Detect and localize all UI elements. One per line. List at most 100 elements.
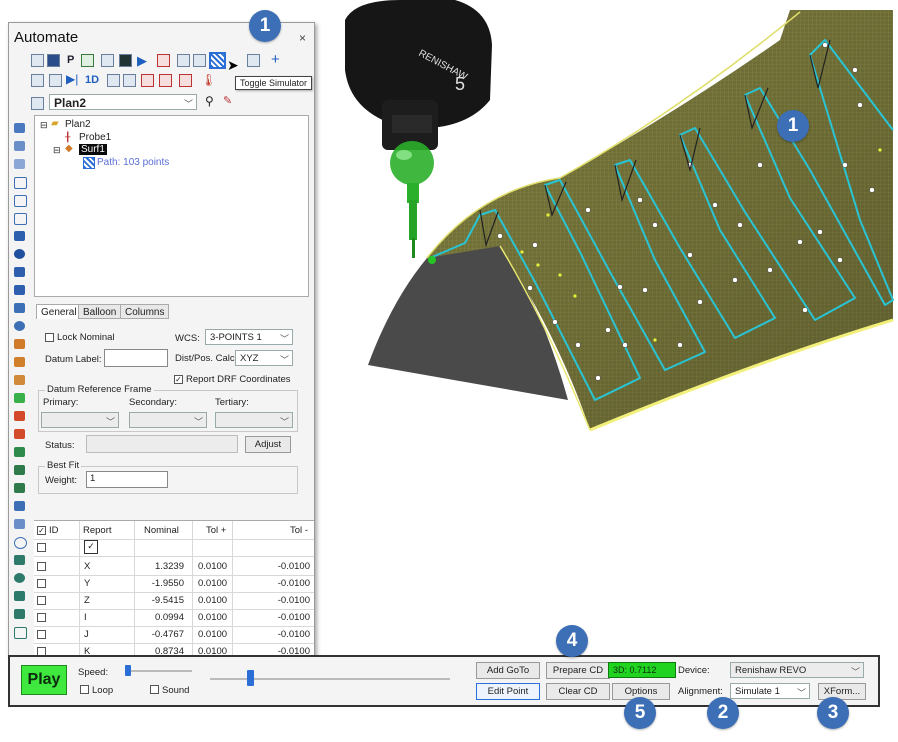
diamond-icon[interactable] [14, 555, 25, 565]
scatter-icon[interactable] [14, 501, 25, 511]
sphere-icon[interactable] [14, 249, 25, 259]
surface-icon[interactable] [14, 339, 25, 349]
wcs-select[interactable]: 3-POINTS 1 ﹀ [205, 329, 293, 345]
point-icon[interactable] [14, 141, 25, 151]
add-goto-button[interactable]: Add GoTo [476, 662, 540, 679]
axes-3-icon[interactable] [179, 74, 192, 87]
speed-slider-track[interactable] [126, 670, 192, 672]
properties-icon[interactable] [31, 54, 44, 67]
page-icon[interactable] [47, 54, 60, 67]
tab-columns[interactable]: Columns [120, 304, 170, 319]
curve-icon[interactable] [14, 411, 25, 421]
edit-point-button[interactable]: Edit Point [476, 683, 540, 700]
probe-tool-icon[interactable] [81, 54, 94, 67]
play-button[interactable]: Play [21, 665, 67, 695]
axes-2-icon[interactable] [159, 74, 172, 87]
select-all-checkbox[interactable]: ✓ [37, 526, 46, 535]
tree-path-label[interactable]: Path: 103 points [97, 157, 169, 168]
tag-icon[interactable] [177, 54, 190, 67]
report-icon[interactable] [101, 54, 114, 67]
edge-icon[interactable] [14, 303, 25, 313]
pad-icon[interactable] [14, 627, 27, 639]
alignment-select[interactable]: Simulate 1 ﹀ [730, 683, 810, 699]
tab-balloon[interactable]: Balloon [78, 304, 122, 319]
tree-surf-label[interactable]: Surf1 [79, 144, 107, 155]
row-checkbox[interactable] [37, 630, 46, 639]
sound-checkbox[interactable] [150, 685, 159, 694]
tree-root-label[interactable]: Plan2 [65, 119, 91, 130]
loop-checkbox[interactable] [80, 685, 89, 694]
one-d-button[interactable]: 1D [85, 74, 99, 86]
thermometer-icon[interactable]: 🌡 [201, 73, 216, 87]
tree-probe-label[interactable]: Probe1 [79, 132, 111, 143]
window-icon[interactable] [119, 54, 132, 67]
slot-icon[interactable] [14, 213, 27, 225]
prepare-cd-button[interactable]: Prepare CD [546, 662, 610, 679]
ellipse-icon[interactable] [14, 195, 27, 207]
primary-select[interactable]: ﹀ [41, 412, 119, 428]
close-icon[interactable]: × [299, 31, 306, 45]
width-icon[interactable] [14, 357, 25, 367]
path-icon[interactable] [193, 54, 206, 67]
layers-icon[interactable] [107, 74, 120, 87]
clear-search-icon[interactable]: ✎ [223, 94, 232, 107]
secondary-select[interactable]: ﹀ [129, 412, 207, 428]
add-icon[interactable]: + [271, 51, 280, 68]
timeline-track[interactable] [210, 678, 450, 680]
row-checkbox[interactable] [37, 579, 46, 588]
search-icon[interactable]: ⚲ [205, 94, 214, 108]
collapse-icon[interactable]: ⊟ [53, 145, 61, 156]
tertiary-select[interactable]: ﹀ [215, 412, 293, 428]
toggle-simulator-icon[interactable] [209, 52, 226, 69]
grid-icon[interactable] [123, 74, 136, 87]
barrel-icon[interactable] [14, 591, 25, 601]
curve-2-icon[interactable] [14, 429, 25, 439]
row-checkbox[interactable] [37, 613, 46, 622]
speed-slider-thumb[interactable] [125, 665, 131, 676]
distance-icon[interactable] [14, 375, 25, 385]
curve-3-icon[interactable] [14, 447, 25, 457]
report-type-icon[interactable]: ✓ [84, 540, 98, 554]
probe-point-icon[interactable] [14, 123, 25, 133]
row-checkbox[interactable] [37, 543, 46, 552]
row-checkbox[interactable] [37, 596, 46, 605]
lock-nominal-checkbox[interactable] [45, 333, 54, 342]
cycle-icon[interactable] [49, 74, 62, 87]
prism-icon[interactable] [14, 483, 25, 493]
step-icon[interactable]: ▶| [66, 72, 78, 86]
expand-icon[interactable]: ⊟ [40, 120, 48, 131]
col-header-id: ID [49, 525, 59, 536]
segment-icon[interactable] [14, 519, 25, 529]
plane-icon[interactable] [14, 231, 25, 241]
ball-icon[interactable] [14, 573, 25, 583]
p-button[interactable]: P [67, 54, 74, 66]
adjust-button[interactable]: Adjust [245, 436, 291, 453]
datum-label-input[interactable] [104, 349, 168, 367]
tab-general[interactable]: General [36, 304, 82, 319]
axes-icon[interactable] [141, 74, 154, 87]
circle-icon[interactable] [14, 177, 27, 189]
callout-alignment: 2 [707, 697, 739, 729]
row-checkbox[interactable] [37, 562, 46, 571]
play-triangle-icon[interactable]: ▶ [137, 53, 147, 69]
gap-icon[interactable] [14, 393, 25, 403]
cone-icon[interactable] [14, 285, 25, 295]
timeline-thumb[interactable] [247, 670, 254, 686]
pyramid-icon[interactable] [14, 609, 25, 619]
report-drf-label: Report DRF Coordinates [186, 374, 291, 385]
probe-orient-icon[interactable] [247, 54, 260, 67]
weight-input[interactable]: 1 [86, 471, 168, 488]
text-tool-icon[interactable] [157, 54, 170, 67]
device-select[interactable]: Renishaw REVO ﹀ [730, 662, 864, 678]
clear-cd-button[interactable]: Clear CD [546, 683, 610, 700]
machine-icon[interactable] [31, 74, 44, 87]
line-icon[interactable] [14, 159, 25, 169]
plan-select[interactable]: Plan2 ﹀ [49, 94, 197, 110]
distpos-select[interactable]: XYZ ﹀ [235, 350, 293, 366]
torus-icon[interactable] [14, 321, 25, 331]
cylinder-icon[interactable] [14, 267, 25, 277]
ring-icon[interactable] [14, 537, 27, 549]
tetrahedron-icon[interactable] [14, 465, 25, 475]
xform-button[interactable]: XForm... [818, 683, 866, 700]
report-drf-checkbox[interactable]: ✓ [174, 375, 183, 384]
